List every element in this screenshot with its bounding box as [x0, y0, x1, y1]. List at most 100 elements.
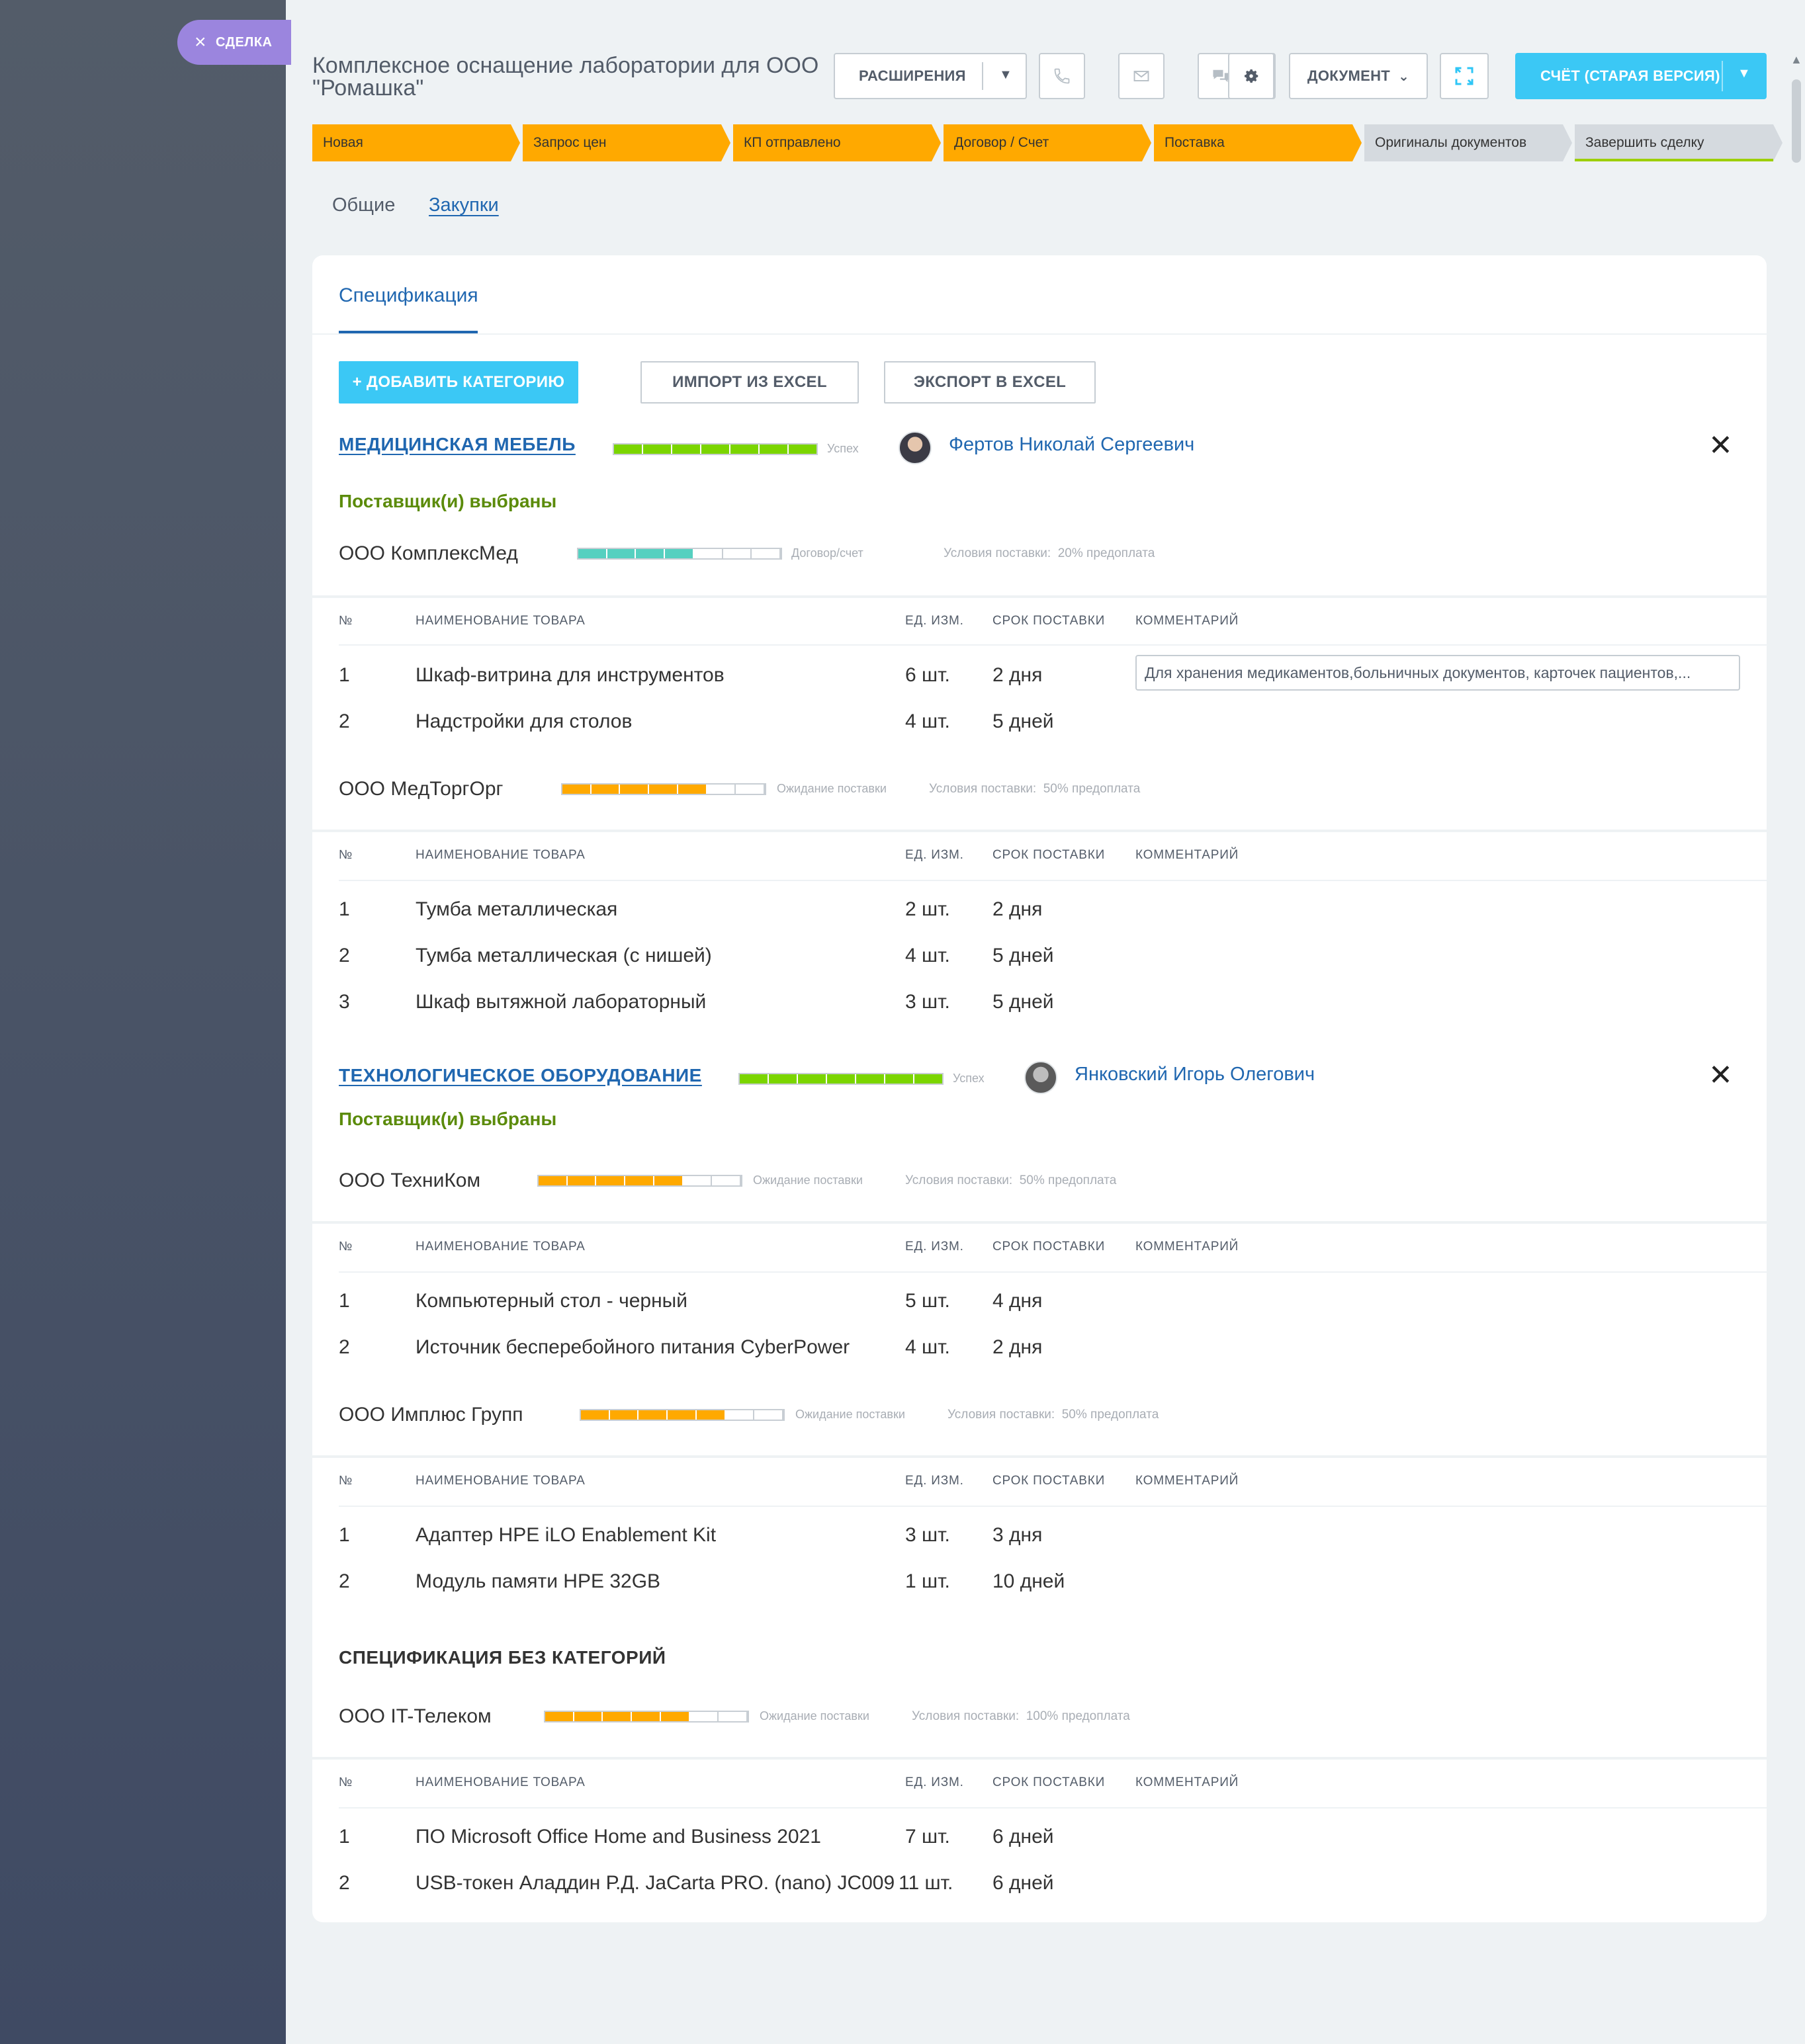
divider — [312, 1455, 1767, 1458]
close-icon[interactable]: ✕ — [1708, 1061, 1733, 1090]
email-button[interactable] — [1118, 53, 1165, 99]
cell-num: 1 — [339, 1826, 350, 1848]
delivery-terms: Условия поставки: 50% предоплата — [947, 1408, 1159, 1422]
supplier-name[interactable]: ООО Имплюс Групп — [339, 1404, 523, 1426]
col-name: НАИМЕНОВАНИЕ ТОВАРА — [416, 848, 586, 862]
caret-down-icon[interactable]: ▼ — [999, 67, 1012, 83]
sync-button[interactable] — [1440, 53, 1489, 99]
document-button[interactable]: ДОКУМЕНТ ⌄ — [1289, 53, 1428, 99]
divider — [339, 644, 1767, 646]
extensions-button[interactable]: РАСШИРЕНИЯ ▼ — [834, 53, 1027, 99]
stage-item[interactable]: Завершить сделку — [1575, 124, 1783, 161]
cell-unit: 4 шт. — [905, 710, 950, 732]
delivery-terms: Условия поставки: 50% предоплата — [905, 1173, 1116, 1188]
scroll-up-icon[interactable]: ▲ — [1790, 53, 1802, 67]
supplier-name[interactable]: ООО МедТоргОрг — [339, 778, 503, 800]
supplier-name[interactable]: ООО ТехниКом — [339, 1170, 480, 1192]
cell-name: USB-токен Аладдин Р.Д. JaCarta PRO. (nan… — [416, 1872, 895, 1894]
cell-num: 1 — [339, 1524, 350, 1546]
stage-item[interactable]: КП отправлено — [733, 124, 941, 161]
progress-segment — [798, 1074, 827, 1084]
divider — [312, 595, 1767, 598]
category-progress-bar — [613, 443, 818, 455]
caret-down-icon[interactable]: ▼ — [1738, 66, 1751, 81]
delivery-terms: Условия поставки: 50% предоплата — [929, 782, 1140, 796]
progress-segment — [609, 1410, 639, 1420]
cell-num: 1 — [339, 664, 350, 686]
col-unit: ЕД. ИЗМ. — [905, 1240, 964, 1254]
progress-segment — [696, 1410, 726, 1420]
progress-segment — [707, 785, 736, 794]
progress-segment — [701, 445, 730, 454]
supplier-name[interactable]: ООО IT-Телеком — [339, 1705, 492, 1728]
progress-segment — [752, 549, 781, 558]
supplier-name[interactable]: ООО КомплексМед — [339, 542, 518, 565]
comment-field[interactable]: Для хранения медикаментов,больничных док… — [1135, 655, 1740, 691]
progress-segment — [689, 1712, 719, 1721]
cell-term: 2 дня — [992, 898, 1043, 920]
progress-segment — [596, 1176, 626, 1185]
cell-term: 2 дня — [992, 664, 1043, 686]
avatar — [1024, 1061, 1057, 1094]
divider — [339, 1271, 1767, 1273]
stage-label: Новая — [323, 135, 363, 150]
progress-segment — [740, 1074, 769, 1084]
divider — [312, 1757, 1767, 1760]
progress-segment — [769, 1074, 798, 1084]
extensions-label: РАСШИРЕНИЯ — [859, 67, 966, 84]
tab-specification[interactable]: Спецификация — [339, 284, 478, 307]
cell-unit: 3 шт. — [905, 1524, 950, 1546]
chevron-down-icon: ⌄ — [1398, 69, 1410, 84]
tab-general[interactable]: Общие — [332, 194, 395, 216]
divider — [339, 880, 1767, 881]
progress-segment — [693, 549, 723, 558]
col-comment: КОММЕНТАРИЙ — [1135, 848, 1239, 862]
delivery-terms: Условия поставки: 20% предоплата — [944, 546, 1155, 561]
stage-item[interactable]: Поставка — [1154, 124, 1362, 161]
cell-term: 4 дня — [992, 1290, 1043, 1312]
progress-segment — [545, 1712, 574, 1721]
stage-item[interactable]: Запрос цен — [523, 124, 730, 161]
category-title[interactable]: ТЕХНОЛОГИЧЕСКОЕ ОБОРУДОВАНИЕ — [339, 1065, 702, 1086]
progress-segment — [620, 785, 650, 794]
progress-segment — [643, 445, 672, 454]
cell-name: Тумба металлическая — [416, 898, 618, 920]
scroll-thumb[interactable] — [1792, 79, 1801, 163]
divider — [312, 333, 1767, 335]
stage-item[interactable]: Оригиналы документов — [1364, 124, 1572, 161]
gear-icon — [1245, 69, 1258, 83]
page-title-line1: Комплексное оснащение лаборатории для ОО… — [312, 53, 819, 78]
add-category-button[interactable]: + ДОБАВИТЬ КАТЕГОРИЮ — [339, 361, 578, 404]
stage-item[interactable]: Новая — [312, 124, 520, 161]
responsible-link[interactable]: Янковский Игорь Олегович — [1075, 1064, 1315, 1086]
progress-segment — [725, 1410, 755, 1420]
category-title[interactable]: МЕДИЦИНСКАЯ МЕБЕЛЬ — [339, 434, 576, 455]
scrollbar[interactable]: ▲ — [1788, 53, 1805, 165]
responsible-link[interactable]: Фертов Николай Сергеевич — [949, 434, 1194, 456]
cell-num: 3 — [339, 991, 350, 1013]
tab-purchases[interactable]: Закупки — [429, 194, 499, 216]
settings-button[interactable] — [1228, 53, 1274, 99]
stage-label: КП отправлено — [744, 135, 841, 150]
stage-item[interactable]: Договор / Счет — [944, 124, 1151, 161]
cell-term: 3 дня — [992, 1524, 1043, 1546]
cell-unit: 5 шт. — [905, 1290, 950, 1312]
close-icon[interactable]: ✕ — [1708, 431, 1733, 460]
cell-name: Шкаф-витрина для инструментов — [416, 664, 725, 686]
envelope-icon — [1133, 71, 1149, 81]
col-term: СРОК ПОСТАВКИ — [992, 848, 1106, 862]
invoice-button[interactable]: СЧЁТ (СТАРАЯ ВЕРСИЯ) ▼ — [1515, 53, 1767, 99]
progress-segment — [660, 1712, 690, 1721]
deal-close-tab[interactable]: × СДЕЛКА — [177, 20, 291, 65]
progress-segment — [625, 1176, 654, 1185]
left-rail — [0, 0, 286, 2044]
terms-label: Условия поставки: — [947, 1408, 1055, 1422]
progress-segment — [636, 549, 666, 558]
col-term: СРОК ПОСТАВКИ — [992, 1474, 1106, 1488]
export-excel-button[interactable]: ЭКСПОРТ В EXCEL — [884, 361, 1096, 404]
cell-num: 1 — [339, 1290, 350, 1312]
col-unit: ЕД. ИЗМ. — [905, 1775, 964, 1789]
cell-num: 2 — [339, 1336, 350, 1358]
import-excel-button[interactable]: ИМПОРТ ИЗ EXCEL — [640, 361, 859, 404]
phone-button[interactable] — [1039, 53, 1085, 99]
